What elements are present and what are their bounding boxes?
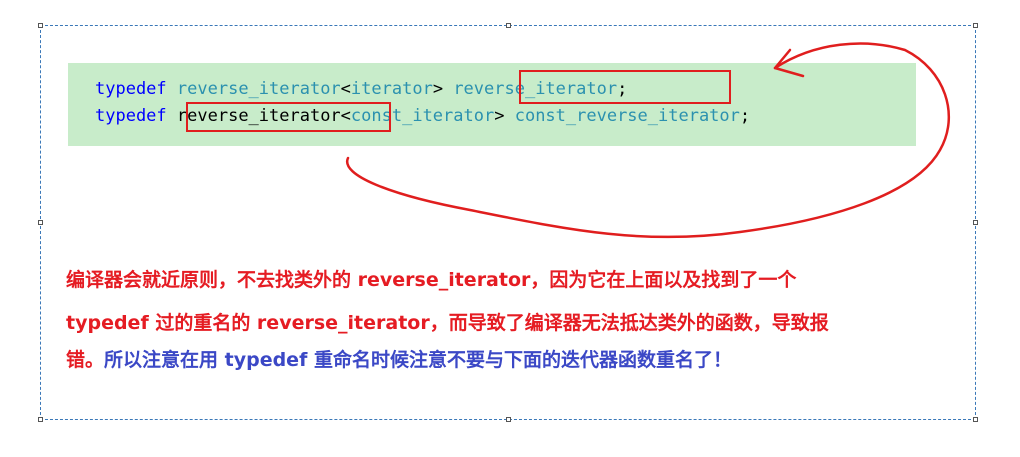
note-line-3-blue: 所以注意在用 typedef 重命名时候注意不要与下面的迭代器函数重名了！ xyxy=(104,349,732,371)
note-line-1: 编译器会就近原则，不去找类外的 reverse_iterator，因为它在上面以… xyxy=(66,269,797,291)
arrow-annotation xyxy=(345,42,950,239)
curved-arrow-icon xyxy=(345,42,950,239)
note-line-2: typedef 过的重名的 reverse_iterator，而导致了编译器无法… xyxy=(66,312,829,334)
arrowhead-icon xyxy=(773,48,805,78)
note-line-3-red: 错。 xyxy=(66,349,105,371)
note-line-3: 错。所以注意在用 typedef 重命名时候注意不要与下面的迭代器函数重名了！ xyxy=(66,348,732,372)
